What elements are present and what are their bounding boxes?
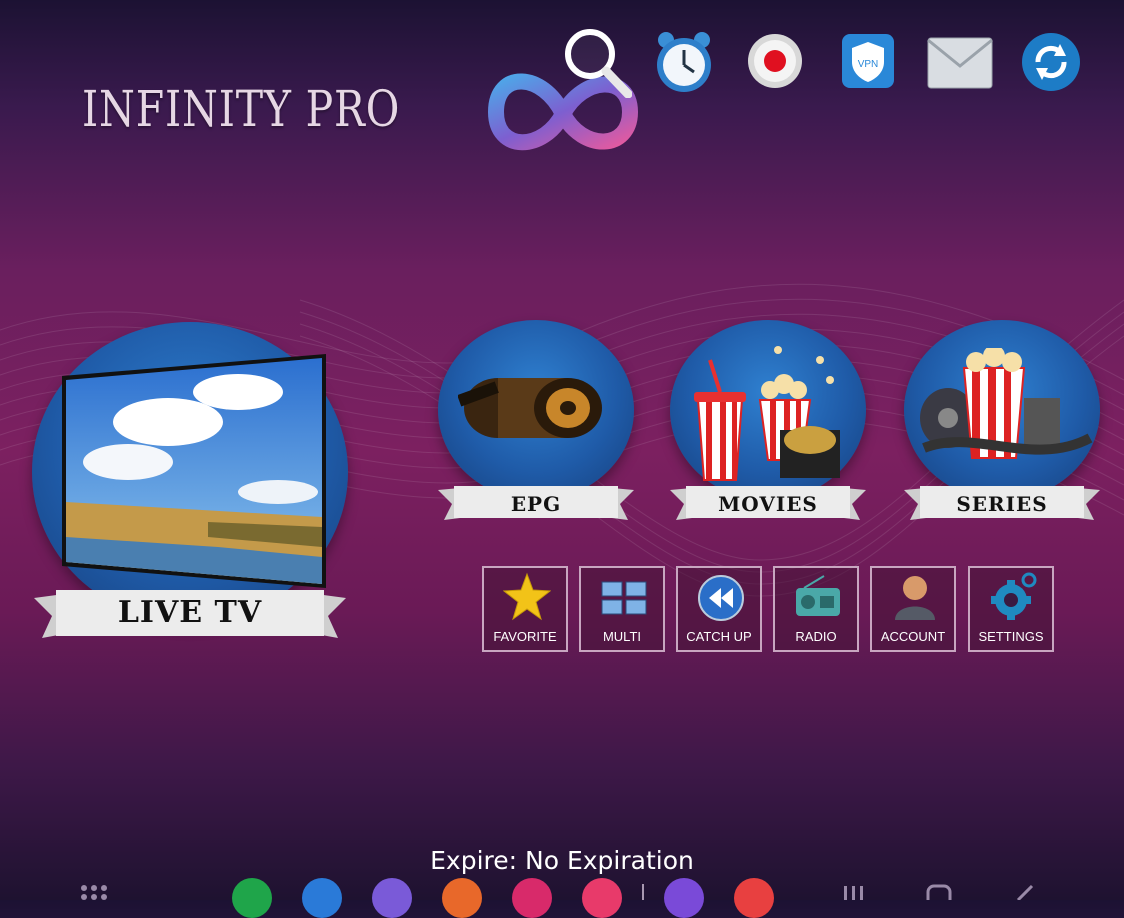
favorite-label: FAVORITE [493, 629, 557, 644]
app-drawer-icon[interactable] [80, 884, 108, 900]
star-icon [503, 572, 551, 621]
movies-label: MOVIES [718, 492, 818, 516]
expiration-status: Expire: No Expiration [430, 846, 694, 875]
gear-icon [991, 572, 1037, 620]
vpn-icon-text: VPN [858, 59, 879, 70]
tv-screen-image [62, 354, 326, 588]
movies-ribbon[interactable]: MOVIES [670, 486, 866, 522]
rewind-icon [698, 575, 744, 621]
dock-app-icon-8[interactable] [734, 878, 774, 918]
dock-app-icon-2[interactable] [302, 878, 342, 918]
dock-app-icon-7[interactable] [664, 878, 704, 918]
epg-ribbon[interactable]: EPG [438, 486, 634, 522]
catch-up-tile[interactable]: CATCH UP [676, 566, 762, 652]
multi-label: MULTI [602, 629, 642, 644]
dock-app-icon-5[interactable] [512, 878, 552, 918]
catch-up-label: CATCH UP [686, 629, 752, 644]
film-reel-image [458, 378, 602, 438]
live-tv-label: LIVE TV [117, 595, 263, 630]
refresh-icon[interactable] [1020, 30, 1084, 94]
account-tile[interactable]: ACCOUNT [870, 566, 956, 652]
dock-app-icon-1[interactable] [232, 878, 272, 918]
app-title: INFINITY PRO [82, 80, 401, 138]
radio-label: RADIO [795, 629, 837, 644]
alarm-clock-icon[interactable] [652, 30, 716, 94]
user-icon [895, 576, 935, 620]
vpn-icon[interactable]: VPN [842, 34, 906, 98]
settings-label: SETTINGS [978, 629, 1044, 644]
back-icon[interactable] [1012, 884, 1036, 902]
popcorn-film-image [920, 348, 1093, 459]
favorite-tile[interactable]: FAVORITE [482, 566, 568, 652]
search-icon[interactable] [562, 26, 633, 99]
home-icon[interactable] [926, 884, 952, 908]
radio-tile[interactable]: RADIO [773, 566, 859, 652]
series-ribbon[interactable]: SERIES [904, 486, 1100, 522]
dock-app-icon-6[interactable] [582, 878, 622, 918]
dock-app-icon-3[interactable] [372, 878, 412, 918]
dock-app-icon-4[interactable] [442, 878, 482, 918]
settings-tile[interactable]: SETTINGS [968, 566, 1054, 652]
multi-screen-icon [601, 581, 647, 615]
radio-icon [796, 575, 840, 616]
dock-divider [642, 884, 644, 900]
popcorn-drink-image [694, 346, 840, 481]
mail-icon[interactable] [926, 36, 993, 100]
live-tv-ribbon[interactable]: LIVE TV [34, 590, 346, 642]
epg-label: EPG [510, 492, 562, 516]
account-label: ACCOUNT [880, 629, 946, 644]
multi-tile[interactable]: MULTI [579, 566, 665, 652]
record-icon[interactable] [746, 32, 810, 96]
series-label: SERIES [956, 492, 1048, 516]
recent-apps-icon[interactable] [842, 884, 866, 900]
